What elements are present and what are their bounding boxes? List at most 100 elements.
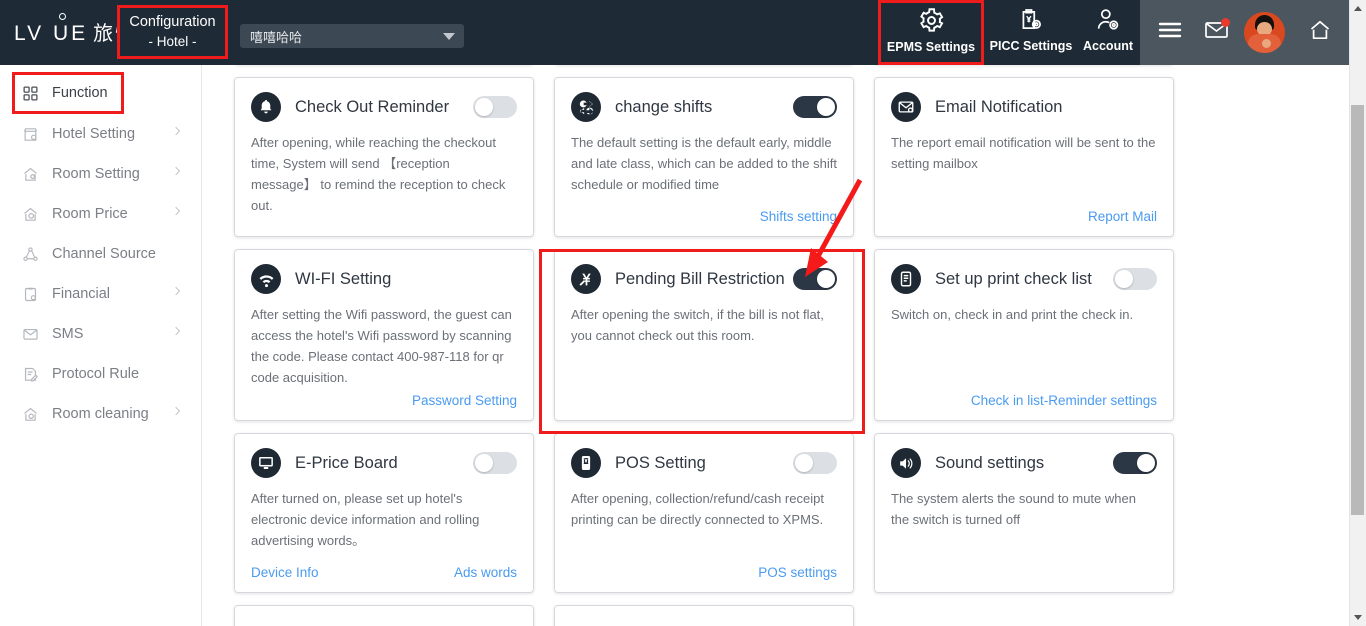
user-gear-icon [1095, 9, 1121, 37]
main-content: Check Out Reminder After opening, while … [203, 65, 1343, 626]
card-description: After opening the switch, if the bill is… [571, 307, 824, 343]
brand-dot-icon [59, 13, 66, 20]
hotel-select-value: 嘻嘻哈哈 [250, 30, 303, 45]
link-check-in-list-reminder-settings[interactable]: Check in list-Reminder settings [971, 393, 1157, 408]
card-title: Check Out Reminder [295, 97, 450, 116]
card-title: change shifts [615, 97, 713, 116]
monitor-icon [251, 448, 281, 478]
card-header: WI-FI Setting [251, 264, 517, 294]
sidebar-item-hotel-setting[interactable]: Hotel Setting [0, 114, 201, 154]
sidebar-item-room-setting[interactable]: Room Setting [0, 154, 201, 194]
card-row-2: WI-FI Setting After setting the Wifi pas… [234, 249, 1194, 421]
link-device-info[interactable]: Device Info [251, 565, 319, 580]
envelope-icon [1204, 18, 1230, 45]
sms-icon [22, 324, 44, 344]
sidebar-item-channel-source[interactable]: Channel Source [0, 234, 201, 274]
sidebar-item-room-cleaning[interactable]: Room cleaning [0, 394, 201, 434]
scrollbar-divider [1349, 0, 1350, 626]
toggle-pending-bill-restriction[interactable] [793, 268, 837, 290]
card-links: Shifts setting [571, 209, 837, 224]
card-set-up-print-check-list[interactable]: Set up print check list Switch on, check… [874, 249, 1174, 421]
link-pos-settings[interactable]: POS settings [758, 565, 837, 580]
card-email-notification[interactable]: Email Notification The report email noti… [874, 77, 1174, 237]
sidebar-item-label: Room Setting [52, 166, 140, 182]
sidebar-item-protocol-rule[interactable]: Protocol Rule [0, 354, 201, 394]
toggle-change-shifts[interactable] [793, 96, 837, 118]
chevron-right-icon [171, 126, 181, 136]
card-partial[interactable] [554, 605, 854, 626]
card-sound-settings[interactable]: Sound settings The system alerts the sou… [874, 433, 1174, 593]
card-row-partial-bottom [234, 605, 1194, 626]
hamburger-menu-icon [1157, 20, 1183, 45]
toggle-sound-settings[interactable] [1113, 452, 1157, 474]
home-button[interactable] [1300, 0, 1340, 65]
mail-button[interactable] [1196, 0, 1236, 65]
toggle-print-check-list[interactable] [1113, 268, 1157, 290]
card-title: WI-FI Setting [295, 269, 392, 288]
picc-settings-label: PICC Settings [989, 39, 1073, 53]
scroll-up-arrow[interactable] [1349, 0, 1366, 17]
scrollbar-thumb[interactable] [1351, 105, 1364, 515]
sidebar-item-function[interactable]: Function [12, 72, 124, 114]
sidebar-item-label: Channel Source [52, 246, 156, 262]
sidebar-item-label: Room Price [52, 206, 128, 222]
sidebar-item-label: SMS [52, 326, 84, 342]
hotel-select[interactable]: 嘻嘻哈哈 [240, 24, 464, 48]
card-links: Check in list-Reminder settings [891, 393, 1157, 408]
sidebar-item-room-price[interactable]: Room Price [0, 194, 201, 234]
vertical-scrollbar[interactable] [1349, 0, 1366, 626]
card-header: Email Notification [891, 92, 1157, 122]
card-pos-setting[interactable]: POS Setting After opening, collection/re… [554, 433, 854, 593]
mail-badge [1220, 18, 1230, 27]
clipboard-gear-icon [22, 284, 44, 304]
card-title: Sound settings [935, 453, 1045, 472]
chevron-right-icon [171, 286, 181, 296]
gear-icon [918, 8, 945, 38]
card-title: POS Setting [615, 453, 706, 472]
cards-container: Check Out Reminder After opening, while … [234, 65, 1194, 626]
link-password-setting[interactable]: Password Setting [412, 393, 517, 408]
scroll-down-arrow[interactable] [1349, 609, 1366, 626]
link-shifts-setting[interactable]: Shifts setting [760, 209, 837, 224]
card-check-out-reminder[interactable]: Check Out Reminder After opening, while … [234, 77, 534, 237]
card-description: The system alerts the sound to mute when… [891, 491, 1136, 527]
sidebar: Function Hotel Setting Room Setting Room… [0, 65, 202, 626]
card-description: After setting the Wifi password, the gue… [251, 307, 512, 385]
configuration-line-2: - Hotel - [148, 34, 197, 49]
grid-icon [22, 83, 44, 103]
sidebar-item-label: Hotel Setting [52, 126, 136, 142]
share-nodes-icon [22, 244, 44, 264]
picc-settings-button[interactable]: PICC Settings [988, 0, 1074, 65]
yen-block-icon [571, 264, 601, 294]
toggle-pos-setting[interactable] [793, 452, 837, 474]
card-wifi-setting[interactable]: WI-FI Setting After setting the Wifi pas… [234, 249, 534, 421]
sidebar-item-sms[interactable]: SMS [0, 314, 201, 354]
configuration-hotel-label: Configuration - Hotel - [117, 5, 228, 59]
sidebar-item-financial[interactable]: Financial [0, 274, 201, 314]
card-description: After opening, collection/refund/cash re… [571, 491, 824, 527]
card-title: E-Price Board [295, 453, 398, 472]
link-report-mail[interactable]: Report Mail [1088, 209, 1157, 224]
avatar[interactable] [1244, 12, 1285, 53]
epms-settings-button[interactable]: EPMS Settings [878, 0, 984, 65]
card-partial[interactable] [234, 605, 534, 626]
swap-arrows-icon [571, 92, 601, 122]
toggle-check-out-reminder[interactable] [473, 96, 517, 118]
account-button[interactable]: Account [1076, 0, 1140, 65]
epms-settings-label: EPMS Settings [886, 40, 976, 54]
card-links: Password Setting [251, 393, 517, 408]
card-links: Device Info Ads words [251, 565, 517, 580]
chevron-right-icon [171, 406, 181, 416]
card-title: Set up print check list [935, 269, 1092, 288]
card-e-price-board[interactable]: E-Price Board After turned on, please se… [234, 433, 534, 593]
shop-icon [22, 124, 44, 144]
card-change-shifts[interactable]: change shifts The default setting is the… [554, 77, 854, 237]
wifi-icon [251, 264, 281, 294]
card-pending-bill-restriction[interactable]: Pending Bill Restriction After opening t… [554, 249, 854, 421]
hamburger-menu-button[interactable] [1150, 0, 1190, 65]
toggle-e-price-board[interactable] [473, 452, 517, 474]
link-ads-words[interactable]: Ads words [454, 565, 517, 580]
card-title: Pending Bill Restriction [615, 269, 785, 288]
card-title: Email Notification [935, 97, 1063, 116]
chevron-right-icon [171, 206, 181, 216]
